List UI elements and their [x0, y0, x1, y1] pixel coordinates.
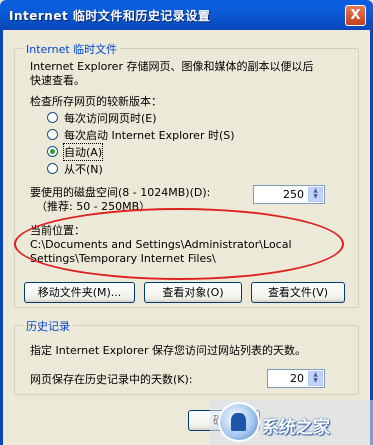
temp-files-legend: Internet 临时文件: [23, 41, 121, 57]
radio-automatic-label[interactable]: 自动(A): [62, 143, 104, 161]
close-button[interactable]: X: [345, 5, 366, 26]
history-description: 指定 Internet Explorer 保存您访问过网站列表的天数。: [30, 344, 306, 357]
history-days-value: 20: [290, 372, 304, 385]
window-frame-left: [0, 30, 3, 445]
spin-arrows-icon[interactable]: ▲ ▼: [308, 371, 323, 386]
disk-space-stepper[interactable]: 250 ▲ ▼: [253, 185, 325, 204]
spin-arrows-icon[interactable]: ▲ ▼: [308, 187, 323, 202]
radio-never-label[interactable]: 从不(N): [64, 161, 103, 177]
radio-automatic[interactable]: [47, 146, 58, 157]
check-newer-label: 检查所存网页的较新版本：: [30, 95, 162, 108]
title-bar: Internet 临时文件和历史记录设置 X: [0, 0, 373, 30]
radio-every-visit[interactable]: [47, 112, 58, 123]
annotation-ellipse: [14, 208, 344, 280]
watermark-logo-icon: [218, 402, 260, 442]
view-files-button[interactable]: 查看文件(V): [251, 282, 345, 303]
window-title: Internet 临时文件和历史记录设置: [9, 9, 211, 23]
temp-files-description-2: 快速查看。: [30, 74, 85, 87]
view-objects-button[interactable]: 查看对象(O): [144, 282, 242, 303]
radio-never[interactable]: [47, 163, 58, 174]
history-days-stepper[interactable]: 20 ▲ ▼: [267, 369, 325, 388]
move-folder-button[interactable]: 移动文件夹(M)...: [24, 282, 135, 303]
disk-space-value: 250: [283, 188, 304, 201]
radio-every-start[interactable]: [47, 129, 58, 140]
history-days-label: 网页保存在历史记录中的天数(K):: [30, 373, 193, 386]
watermark-text: 系统之家: [262, 418, 330, 438]
radio-every-start-label[interactable]: 每次启动 Internet Explorer 时(S): [64, 127, 235, 143]
history-legend: 历史记录: [23, 318, 73, 334]
radio-every-visit-label[interactable]: 每次访问网页时(E): [64, 110, 157, 126]
